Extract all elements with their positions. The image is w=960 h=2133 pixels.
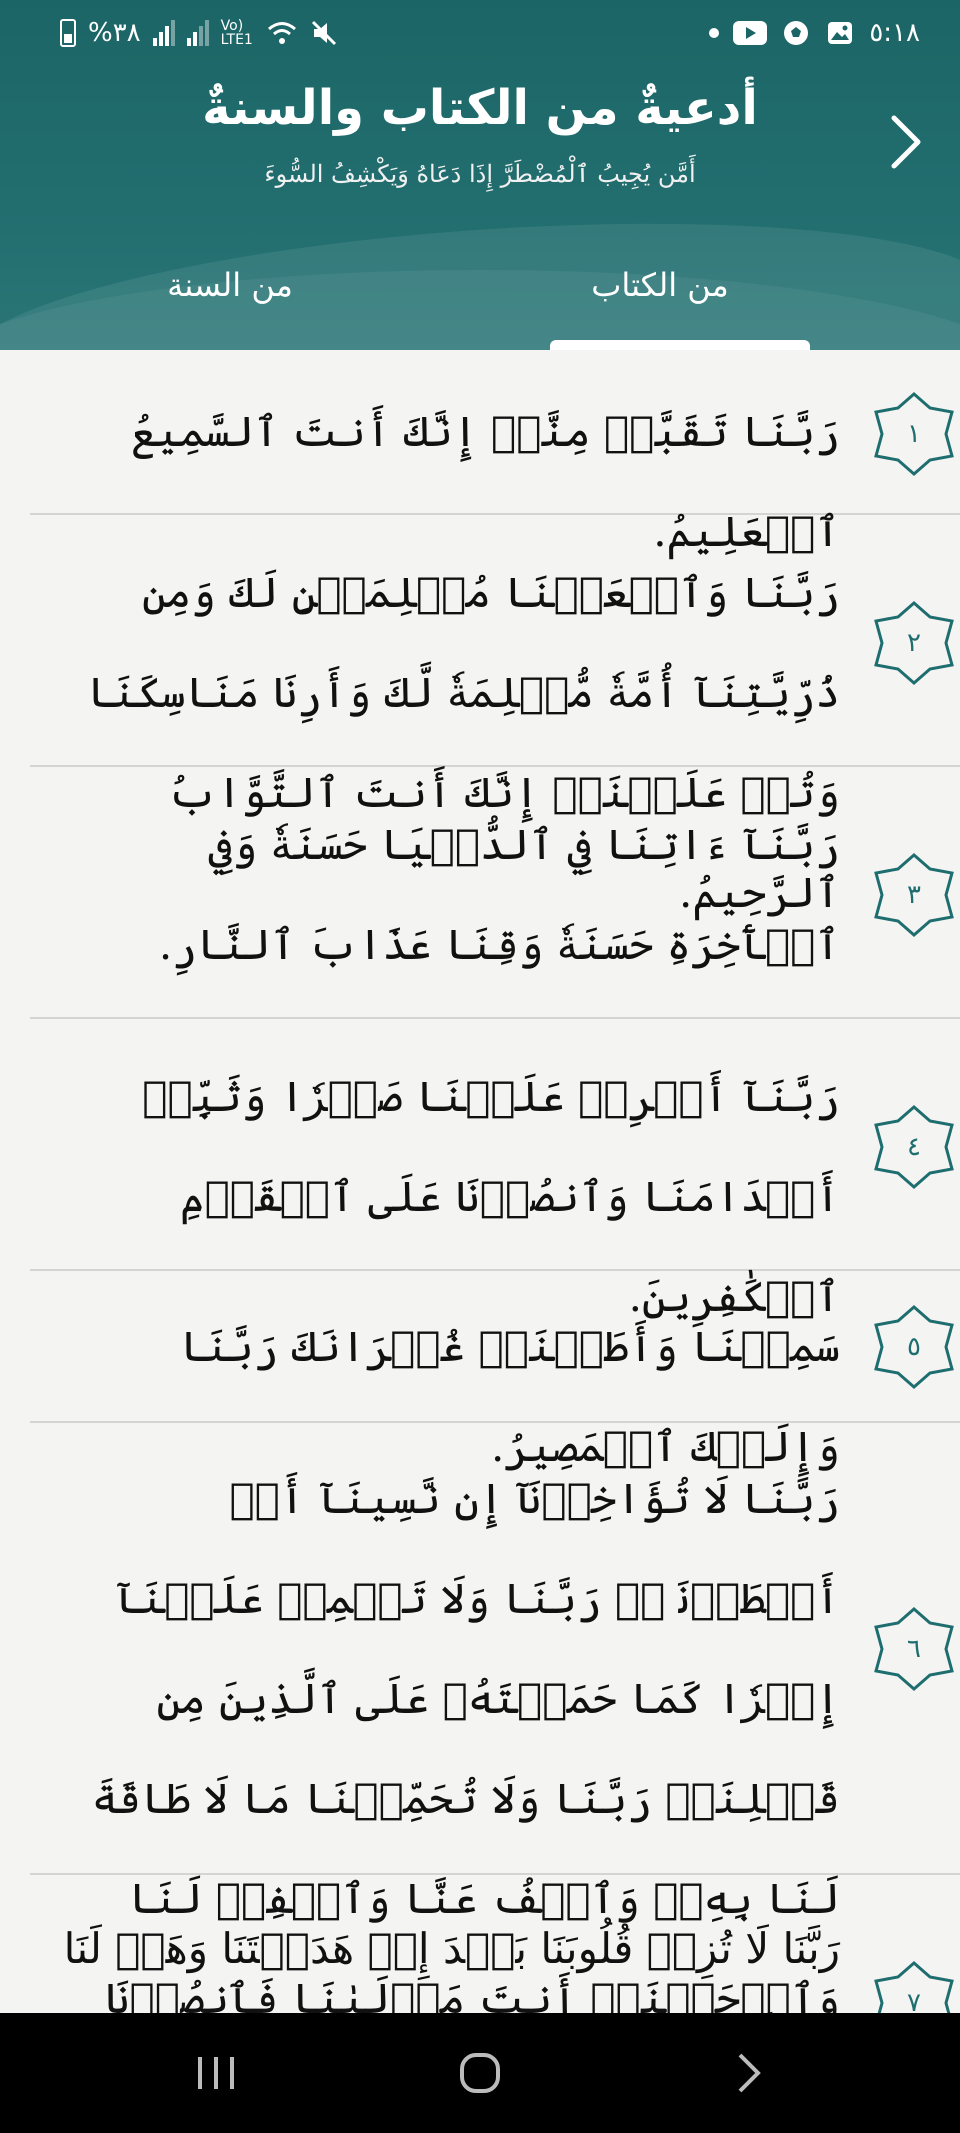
active-tab-indicator <box>550 340 810 350</box>
battery-percent: %٣٨ <box>88 18 141 48</box>
network-label: Vo) LTE1 <box>220 18 253 48</box>
app-header: %٣٨ Vo) LTE1 ٥:١٨ أدعيةٌ من الكتاب والسن… <box>0 0 960 350</box>
dua-text: رَبَّنَا لَا تُزِغۡ قُلُوبَنَا بَعۡدَ إِ… <box>63 1924 840 1973</box>
home-button[interactable] <box>450 2043 510 2103</box>
dua-number-badge: ٢ <box>870 599 958 687</box>
list-item[interactable]: ١ رَبَّنَا تَقَبَّلۡ مِنَّآۖ إِنَّكَ أَن… <box>30 350 960 556</box>
list-item[interactable]: ٤ رَبَّنَآ أَفۡرِغۡ عَلَيۡنَا صَبۡرٗا وَ… <box>30 1019 960 1321</box>
chevron-right-icon <box>891 115 921 169</box>
clock: ٥:١٨ <box>869 18 920 48</box>
dua-number-badge: ١ <box>870 390 958 478</box>
dua-number-badge: ٥ <box>870 1303 958 1391</box>
gallery-icon <box>825 18 855 48</box>
tab-bar: من الكتاب من السنة <box>0 255 960 350</box>
status-bar-left: %٣٨ Vo) LTE1 <box>60 18 339 48</box>
dua-number: ٧ <box>907 1988 921 2013</box>
dua-number: ٢ <box>907 628 921 658</box>
dua-list[interactable]: ١ رَبَّنَا تَقَبَّلۡ مِنَّآۖ إِنَّكَ أَن… <box>0 350 960 2013</box>
dua-text: رَبَّنَآ ءَاتِنَا فِي ٱلدُّنۡيَا حَسَنَة… <box>158 820 840 969</box>
signal-icon <box>152 20 175 46</box>
dua-number-badge: ٣ <box>870 851 958 939</box>
dua-number: ٣ <box>907 880 921 910</box>
notification-dot-icon <box>709 28 720 38</box>
status-bar: %٣٨ Vo) LTE1 ٥:١٨ <box>0 0 960 70</box>
dua-number-badge: ٤ <box>870 1103 958 1191</box>
tab-from-quran[interactable]: من الكتاب <box>510 255 810 350</box>
list-item[interactable]: ٧ رَبَّنَا لَا تُزِغۡ قُلُوبَنَا بَعۡدَ … <box>30 1875 960 2013</box>
list-item[interactable]: ٦ رَبَّنَا لَا تُؤَاخِذۡنَآ إِن نَّسِينَ… <box>30 1423 960 2013</box>
list-item[interactable]: ٢ رَبَّنَا وَٱجۡعَلۡنَا مُسۡلِمَيۡنِ لَك… <box>30 515 960 917</box>
dua-number: ٤ <box>907 1132 921 1162</box>
dua-number: ٥ <box>907 1332 921 1362</box>
battery-icon <box>60 19 76 47</box>
list-item[interactable]: ٥ سَمِعۡنَا وَأَطَعۡنَاۖ غُفۡرَانَكَ رَب… <box>30 1271 960 1471</box>
football-icon <box>781 18 811 48</box>
dua-number-badge: ٦ <box>870 1605 958 1693</box>
back-nav-button[interactable] <box>718 2043 778 2103</box>
recent-apps-button[interactable] <box>186 2043 246 2103</box>
system-navigation-bar <box>0 2013 960 2133</box>
home-icon <box>460 2053 500 2093</box>
dua-number: ١ <box>907 419 921 449</box>
mute-icon <box>309 18 339 48</box>
list-item[interactable]: ٣ رَبَّنَآ ءَاتِنَا فِي ٱلدُّنۡيَا حَسَن… <box>30 767 960 1019</box>
dua-number: ٦ <box>907 1634 921 1664</box>
recent-apps-icon <box>198 2057 234 2089</box>
wifi-icon <box>267 18 297 48</box>
signal-icon-2 <box>186 20 209 46</box>
status-bar-right: ٥:١٨ <box>709 18 920 48</box>
dua-number-badge: ٧ <box>870 1959 958 2013</box>
back-button[interactable] <box>886 112 926 172</box>
page-subtitle: أَمَّن يُجِيبُ ٱلْمُضْطَرَّ إِذَا دَعَاه… <box>264 160 696 188</box>
page-title: أدعيةٌ من الكتاب والسنةٌ <box>202 80 758 136</box>
youtube-icon <box>733 21 768 45</box>
tab-from-sunnah[interactable]: من السنة <box>80 255 380 350</box>
chevron-right-icon <box>738 2053 761 2093</box>
